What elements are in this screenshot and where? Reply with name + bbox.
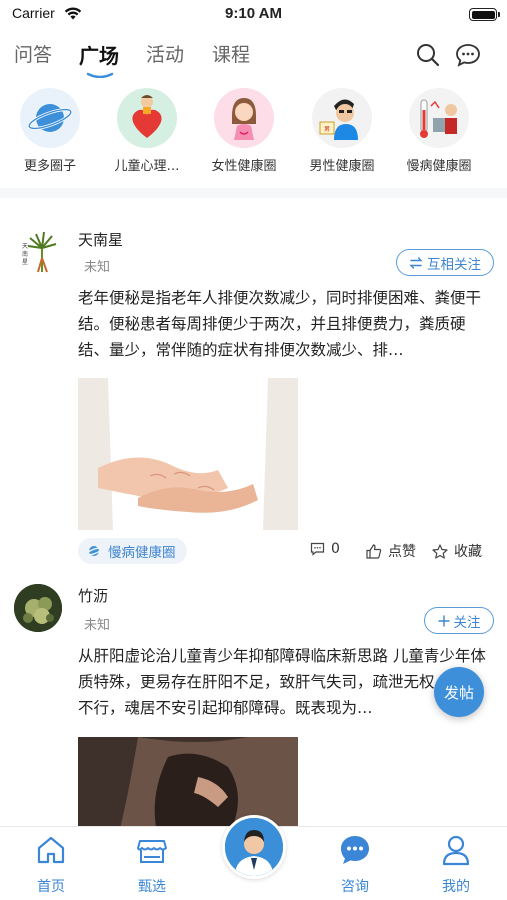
- follow-label: 关注: [453, 614, 481, 631]
- tab-qa[interactable]: 问答: [14, 40, 52, 67]
- comment-button[interactable]: 0: [310, 541, 340, 557]
- circle-label: 更多圈子: [23, 159, 76, 174]
- active-tab-indicator: [86, 72, 114, 78]
- circle-label: 男性健康圈: [309, 159, 375, 174]
- chat-bubble-icon: [341, 836, 369, 864]
- circle-label: 慢病健康圈: [406, 159, 472, 174]
- comment-icon: [310, 542, 325, 556]
- clock: 9:10 AM: [225, 5, 282, 22]
- tabbar-label: 我的: [442, 879, 470, 895]
- plus-icon: [437, 614, 450, 627]
- planet-icon: [20, 88, 80, 148]
- swap-icon: [409, 256, 423, 269]
- child-heart-illustration: [117, 88, 177, 148]
- tab-square[interactable]: 广场: [79, 40, 119, 69]
- avatar[interactable]: [14, 584, 62, 632]
- tabbar-label: 甄选: [138, 879, 166, 895]
- post-feed: 天南星 天南星 未知 互相关注 老年便秘是指老年人排便次数减少，同时排便困难、粪…: [0, 198, 507, 826]
- tag-label: 慢病健康圈: [108, 545, 176, 561]
- follow-button[interactable]: 关注: [424, 607, 494, 634]
- circle-women-health[interactable]: 女性健康圈: [196, 88, 292, 174]
- circle-more[interactable]: 更多圈子: [2, 88, 98, 174]
- tabbar-label: 首页: [37, 879, 65, 895]
- post-text[interactable]: 从肝阳虚论治儿童青少年抑郁障碍临床新思路 儿童青少年体质特殊，更易存在肝阳不足，…: [78, 643, 494, 721]
- like-button[interactable]: 点赞: [366, 541, 416, 561]
- tabbar-consult[interactable]: 咨询: [315, 833, 395, 896]
- user-icon: [442, 835, 470, 866]
- planet-icon: [86, 546, 102, 556]
- tab-activities[interactable]: 活动: [146, 40, 184, 67]
- new-post-button[interactable]: 发帖: [434, 667, 484, 717]
- svg-text:星: 星: [22, 259, 28, 266]
- top-navigation: 问答 广场 活动 课程: [0, 30, 507, 82]
- comment-count: 0: [331, 541, 340, 557]
- message-icon[interactable]: [455, 42, 481, 68]
- post-image[interactable]: [78, 378, 298, 530]
- tabbar-label: 咨询: [341, 879, 369, 895]
- circle-tag[interactable]: 慢病健康圈: [78, 538, 187, 564]
- thumbs-up-icon: [366, 543, 382, 559]
- woman-illustration: [214, 88, 274, 148]
- blood-pressure-illustration: [409, 88, 469, 148]
- tab-courses[interactable]: 课程: [212, 40, 250, 67]
- author-role: 未知: [84, 618, 111, 633]
- collect-button[interactable]: 收藏: [432, 541, 482, 561]
- post-author[interactable]: 竹沥: [78, 585, 108, 606]
- svg-text:天: 天: [22, 243, 28, 250]
- post-author[interactable]: 天南星: [78, 229, 123, 250]
- circle-label: 儿童心理…: [114, 159, 180, 174]
- bottom-tab-bar: 首页 甄选 咨询 我的: [0, 815, 507, 900]
- tabbar-mine[interactable]: 我的: [416, 833, 496, 896]
- collect-label: 收藏: [454, 544, 482, 560]
- circle-label: 女性健康圈: [211, 159, 277, 174]
- circle-men-health[interactable]: 男 男性健康圈: [294, 88, 390, 174]
- home-icon: [37, 836, 65, 864]
- avatar[interactable]: 天南星: [14, 228, 62, 276]
- post-image[interactable]: [78, 737, 298, 826]
- battery-icon: [469, 8, 500, 21]
- author-role: 未知: [84, 260, 111, 275]
- search-icon[interactable]: [415, 42, 441, 68]
- status-bar: Carrier 9:10 AM: [0, 0, 507, 30]
- circle-chronic-disease[interactable]: 慢病健康圈: [391, 88, 487, 174]
- tabbar-selected[interactable]: 甄选: [112, 833, 192, 896]
- svg-text:南: 南: [22, 250, 28, 258]
- man-illustration: 男: [312, 88, 372, 148]
- circles-row: 更多圈子 儿童心理… 女性健康圈 男 男性健康圈 慢病健康圈: [0, 82, 507, 188]
- circle-child-psychology[interactable]: 儿童心理…: [99, 88, 195, 174]
- follow-label: 互相关注: [427, 256, 481, 273]
- store-icon: [137, 840, 167, 863]
- doctor-avatar[interactable]: [222, 815, 286, 879]
- star-icon: [432, 543, 448, 559]
- like-label: 点赞: [388, 544, 416, 560]
- svg-text:男: 男: [324, 126, 330, 133]
- mutual-follow-button[interactable]: 互相关注: [396, 249, 494, 276]
- tabbar-home[interactable]: 首页: [11, 833, 91, 896]
- post-text[interactable]: 老年便秘是指老年人排便次数减少，同时排便困难、粪便干结。便秘患者每周排便少于两次…: [78, 285, 494, 363]
